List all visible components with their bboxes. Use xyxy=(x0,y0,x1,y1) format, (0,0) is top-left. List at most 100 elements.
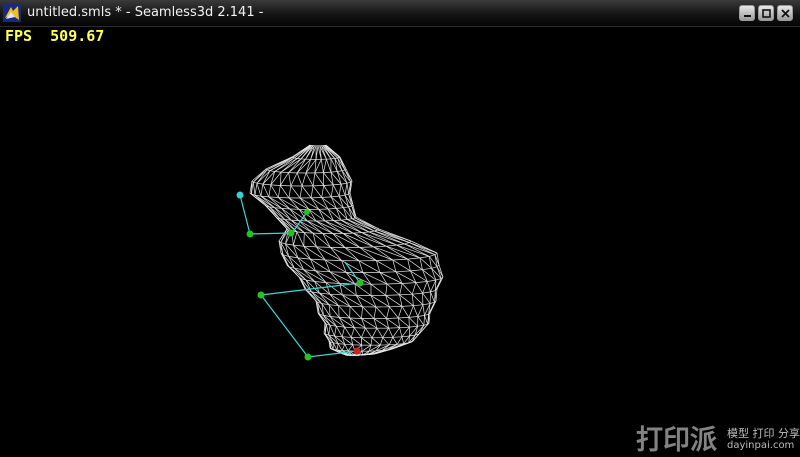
mesh-edge xyxy=(271,185,279,198)
mesh-edge xyxy=(412,294,413,306)
mesh-edge xyxy=(402,306,409,317)
mesh-edge xyxy=(323,172,331,173)
mesh-edge xyxy=(330,272,340,284)
mesh-edge xyxy=(409,306,414,318)
mesh-edge xyxy=(412,283,416,295)
mesh-edge xyxy=(354,328,361,338)
mesh-edge xyxy=(416,283,423,294)
mesh-edge xyxy=(257,183,263,184)
maximize-button[interactable] xyxy=(758,5,774,21)
mesh-edge xyxy=(380,272,396,273)
mesh-edge xyxy=(333,184,341,185)
mesh-edge xyxy=(263,184,271,185)
mesh-edge xyxy=(398,318,409,327)
control-node[interactable] xyxy=(357,280,364,287)
mesh-edge xyxy=(311,198,328,209)
mesh-edge xyxy=(306,173,313,186)
control-node[interactable] xyxy=(247,231,254,238)
mesh-edge xyxy=(257,183,261,196)
mesh-edge xyxy=(342,170,345,171)
watermark-logo: 打印派 xyxy=(636,418,717,457)
close-button[interactable] xyxy=(777,5,793,21)
mesh-edge xyxy=(323,234,345,248)
control-node[interactable] xyxy=(304,209,310,215)
mesh-edge xyxy=(427,282,430,292)
mesh-edge xyxy=(409,326,417,327)
mesh-edge xyxy=(425,315,428,324)
mesh-edge xyxy=(363,307,374,319)
minimize-icon xyxy=(740,6,756,22)
control-node[interactable] xyxy=(237,192,244,199)
mesh-edge xyxy=(316,271,327,283)
mesh-edge xyxy=(413,306,417,317)
mesh-edge xyxy=(275,172,281,173)
mesh-edge xyxy=(326,159,331,172)
mesh-edge xyxy=(360,247,393,260)
title-bar[interactable]: untitled.smls * - Seamless3d 2.141 - xyxy=(0,0,800,27)
mesh-edge xyxy=(423,305,425,316)
mesh-edge xyxy=(422,268,431,269)
mesh-edge xyxy=(270,171,275,172)
mesh-edge xyxy=(304,246,317,247)
control-node[interactable] xyxy=(288,230,295,237)
mesh-edge xyxy=(297,173,302,186)
mesh-edge xyxy=(331,196,339,197)
mesh-edge xyxy=(302,173,306,186)
mesh-edge xyxy=(331,172,337,173)
mesh-edge xyxy=(371,284,386,295)
mesh-edge xyxy=(387,318,399,319)
mesh-edge xyxy=(389,307,398,318)
mesh-edge xyxy=(335,158,338,159)
mesh-edge xyxy=(429,313,430,323)
control-lines xyxy=(240,195,360,357)
mesh-edge xyxy=(304,233,313,234)
mesh-edge xyxy=(376,260,392,261)
mesh-edge xyxy=(398,318,399,328)
mesh-edge xyxy=(289,198,299,209)
mesh-edge xyxy=(341,220,347,221)
mesh-edge xyxy=(326,324,329,335)
mesh-edge xyxy=(329,305,339,318)
mesh-edge xyxy=(369,231,374,232)
mesh-edge xyxy=(333,234,360,248)
mesh-edge xyxy=(393,328,400,338)
mesh-edge xyxy=(278,186,280,198)
app-icon[interactable] xyxy=(3,4,21,22)
active-control-node[interactable] xyxy=(354,348,361,355)
mesh-edge xyxy=(362,232,369,233)
mesh-edge xyxy=(393,259,408,260)
mesh-edge xyxy=(329,325,330,335)
control-node[interactable] xyxy=(258,292,265,299)
mesh-edge xyxy=(423,282,428,294)
control-node[interactable] xyxy=(305,354,312,361)
mesh-edge xyxy=(313,233,330,247)
mesh-edge xyxy=(386,295,400,296)
3d-viewport[interactable] xyxy=(0,26,800,455)
mesh-edge xyxy=(300,186,302,198)
mesh-edge xyxy=(410,270,422,271)
mesh-edge xyxy=(325,221,343,234)
mesh-edge xyxy=(330,294,343,295)
mesh-edge xyxy=(409,317,418,326)
mesh-edge xyxy=(383,338,390,345)
mesh-edge xyxy=(345,248,376,261)
mesh-edge xyxy=(402,337,404,344)
mesh-edge xyxy=(386,295,402,306)
mesh-edge xyxy=(361,338,371,346)
mesh-edge xyxy=(330,325,334,336)
mesh-edge xyxy=(263,184,269,197)
minimize-button[interactable] xyxy=(739,5,755,21)
mesh-edge xyxy=(333,234,345,248)
mesh-edge xyxy=(253,182,257,183)
mesh-edge xyxy=(339,195,345,196)
mesh-edge xyxy=(300,198,309,209)
mesh-edge xyxy=(345,344,353,345)
mesh-edge xyxy=(362,307,363,319)
mesh-edge xyxy=(330,272,346,273)
mesh-edge xyxy=(437,265,439,267)
mesh-edge xyxy=(347,183,349,194)
mesh-edge xyxy=(402,336,410,337)
mesh-edge xyxy=(291,186,300,198)
mesh-edge xyxy=(309,209,325,221)
mesh-edge xyxy=(374,307,376,319)
